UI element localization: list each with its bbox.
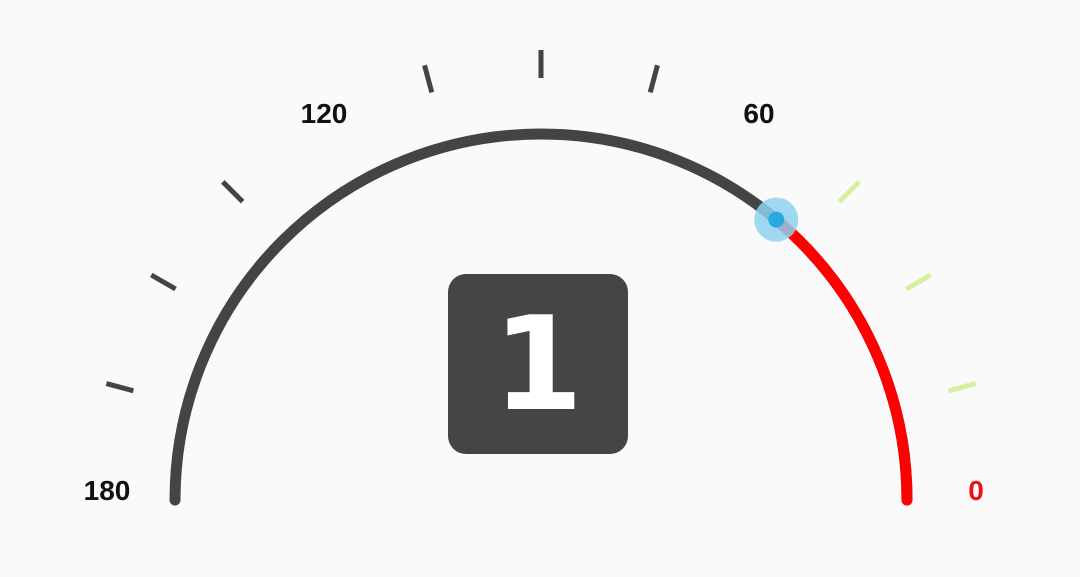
tick-mark [221, 180, 245, 204]
tick-mark [837, 180, 861, 204]
scale-label-180: 180 [84, 475, 131, 506]
tick-mark [647, 64, 660, 94]
value-display-text: 1 [492, 288, 584, 440]
scale-label-0: 0 [968, 475, 984, 506]
value-display: 1 [448, 274, 628, 454]
tick-mark [105, 381, 135, 394]
tick-mark [905, 272, 932, 292]
gauge-slider-knob[interactable] [754, 197, 799, 242]
tick-mark [422, 64, 435, 94]
gauge-screen: 180 120 60 0 1 [0, 0, 1080, 577]
scale-label-60: 60 [743, 98, 774, 129]
scale-label-120: 120 [301, 98, 348, 129]
tick-mark [150, 272, 177, 292]
knob-dot[interactable] [768, 211, 785, 228]
gauge-active-range [770, 214, 913, 506]
tick-mark [947, 381, 977, 394]
